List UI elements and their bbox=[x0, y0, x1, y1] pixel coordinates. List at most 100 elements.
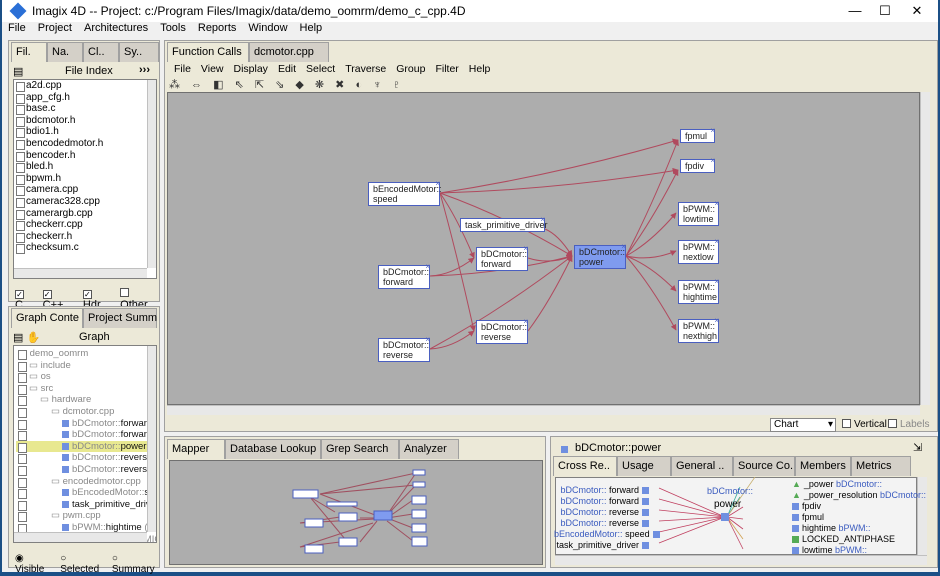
app-window: Imagix 4D -- Project: c:/Program Files/I… bbox=[2, 0, 938, 575]
callee-name: _power bbox=[803, 479, 834, 489]
node-label-line: bDCmotor:: bbox=[481, 249, 528, 259]
caller-item[interactable]: bDCmotor:: reverse bbox=[554, 507, 652, 517]
node-label-line: bPWM:: bbox=[683, 242, 716, 252]
pin-icon[interactable]: ⇲ bbox=[913, 441, 922, 454]
caller-name: speed bbox=[625, 529, 650, 539]
callee-name: hightime bbox=[802, 523, 837, 533]
callee-item[interactable]: LOCKED_ANTIPHASE bbox=[792, 534, 895, 544]
callee-scope: bDCmotor:: bbox=[835, 479, 882, 489]
node-label-line: nextlow bbox=[683, 252, 714, 262]
tab-grep-search[interactable]: Grep Search bbox=[321, 439, 399, 459]
callee-scope: bPWM:: bbox=[835, 545, 868, 555]
graph-vscrollbar[interactable] bbox=[920, 92, 930, 405]
caller-item[interactable]: bDCmotor:: reverse bbox=[554, 518, 652, 528]
function-icon bbox=[642, 498, 649, 505]
xref-vscrollbar[interactable] bbox=[917, 477, 927, 555]
callee-name: fpdiv bbox=[802, 501, 822, 511]
call-edge bbox=[625, 255, 677, 292]
caller-name: reverse bbox=[608, 518, 639, 528]
graph-node-tpd[interactable]: task_primitive_driver bbox=[460, 215, 548, 232]
layout-select-value: Chart bbox=[774, 419, 799, 430]
graph-node-fwd2[interactable]: bDCmotor:: forward bbox=[378, 262, 430, 289]
function-icon bbox=[642, 520, 649, 527]
tab-usage[interactable]: Usage bbox=[617, 456, 671, 476]
node-label-line: bDCmotor:: bbox=[383, 267, 430, 277]
labels-checkbox[interactable]: Labels bbox=[888, 419, 929, 430]
caller-item[interactable]: bDCmotor:: forward bbox=[554, 485, 652, 495]
graph-node-rev1[interactable]: bDCmotor:: reverse bbox=[476, 317, 528, 344]
graph-node-power[interactable]: bDCmotor:: power bbox=[574, 242, 626, 269]
layout-select[interactable]: Chart ▾ bbox=[770, 418, 836, 432]
tab-cross-re-[interactable]: Cross Re.. bbox=[553, 456, 617, 476]
tab-database-lookup[interactable]: Database Lookup bbox=[225, 439, 321, 459]
caller-item[interactable]: task_primitive_driver bbox=[554, 540, 652, 550]
call-edge bbox=[625, 169, 679, 257]
tab-metrics[interactable]: Metrics bbox=[851, 456, 911, 476]
tab-general-[interactable]: General .. bbox=[671, 456, 733, 476]
node-label-line: bEncodedMotor:: bbox=[373, 184, 442, 194]
callee-item[interactable]: ▲ _power bDCmotor:: bbox=[792, 479, 882, 489]
node-label-line: reverse bbox=[383, 350, 414, 360]
variable-icon: ▲ bbox=[792, 479, 801, 489]
graph-node-rev2[interactable]: bDCmotor:: reverse bbox=[378, 335, 430, 362]
vertical-checkbox[interactable]: Vertical bbox=[842, 419, 887, 430]
call-edge bbox=[439, 167, 679, 194]
center-scope: bDCmotor:: bbox=[707, 486, 754, 496]
graph-node-fpdiv[interactable]: fpdiv bbox=[680, 156, 715, 173]
node-label-line: bDCmotor:: bbox=[579, 247, 626, 257]
caller-name: task_primitive_driver bbox=[556, 540, 639, 550]
tab-mapper[interactable]: Mapper bbox=[167, 439, 225, 459]
chevron-down-icon: ▾ bbox=[827, 419, 833, 430]
caller-name: forward bbox=[608, 485, 639, 495]
tab-source-co-[interactable]: Source Co. bbox=[733, 456, 795, 476]
caller-scope: bEncodedMotor:: bbox=[554, 529, 623, 539]
callee-item[interactable]: fpmul bbox=[792, 512, 824, 522]
function-icon bbox=[792, 547, 799, 554]
caller-item[interactable]: bDCmotor:: forward bbox=[554, 496, 652, 506]
node-label-line: lowtime bbox=[683, 214, 714, 224]
function-icon bbox=[792, 503, 799, 510]
xref-hscrollbar[interactable] bbox=[555, 555, 927, 565]
graph-hscrollbar[interactable] bbox=[167, 405, 920, 415]
node-label-line: task_primitive_driver bbox=[465, 220, 548, 230]
graph-node-fwd1[interactable]: bDCmotor:: forward bbox=[476, 244, 528, 271]
tab-members[interactable]: Members bbox=[795, 456, 851, 476]
center-name: power bbox=[714, 499, 742, 510]
callee-name: lowtime bbox=[802, 545, 833, 555]
callee-item[interactable]: fpdiv bbox=[792, 501, 821, 511]
node-label-line: fpdiv bbox=[685, 161, 705, 171]
call-edge bbox=[527, 255, 573, 262]
graph-node-speed[interactable]: bEncodedMotor:: speed bbox=[368, 179, 442, 206]
function-icon bbox=[652, 531, 660, 538]
caller-item[interactable]: bEncodedMotor:: speed bbox=[554, 529, 660, 539]
mapper-overview[interactable] bbox=[169, 460, 543, 565]
graph-node-fpmul[interactable]: fpmul bbox=[680, 126, 715, 143]
labels-label: Labels bbox=[900, 419, 930, 430]
node-label-line: bPWM:: bbox=[683, 321, 716, 331]
callee-scope: bDCmotor:: bbox=[879, 490, 926, 500]
function-icon bbox=[642, 487, 649, 494]
graph-node-nextlow[interactable]: bPWM:: nextlow bbox=[678, 237, 719, 264]
callee-name: _power_resolution bbox=[803, 490, 878, 500]
node-label-line: nexthigh bbox=[683, 331, 718, 341]
graph-node-lowtime[interactable]: bPWM:: lowtime bbox=[678, 199, 719, 226]
callee-item[interactable]: hightime bPWM:: bbox=[792, 523, 871, 533]
caller-scope: bDCmotor:: bbox=[560, 485, 607, 495]
function-icon bbox=[792, 514, 799, 521]
callee-item[interactable]: lowtime bPWM:: bbox=[792, 545, 867, 555]
callee-name: LOCKED_ANTIPHASE bbox=[802, 534, 896, 544]
selected-symbol-title: bDCmotor::power bbox=[575, 442, 662, 454]
node-label-line: forward bbox=[481, 259, 512, 269]
macro-icon bbox=[792, 536, 799, 543]
graph-node-hightime[interactable]: bPWM:: hightime bbox=[678, 277, 719, 304]
callee-item[interactable]: ▲ _power_resolution bDCmotor:: bbox=[792, 490, 926, 500]
call-edge bbox=[429, 330, 475, 350]
call-edge bbox=[429, 257, 475, 277]
node-label-line: speed bbox=[373, 194, 398, 204]
caller-name: forward bbox=[608, 496, 639, 506]
callee-scope: bPWM:: bbox=[838, 523, 871, 533]
tab-analyzer[interactable]: Analyzer bbox=[399, 439, 459, 459]
vertical-label: Vertical bbox=[854, 419, 887, 430]
node-label-line: fpmul bbox=[685, 131, 708, 141]
graph-node-nexthigh[interactable]: bPWM:: nexthigh bbox=[678, 316, 719, 343]
